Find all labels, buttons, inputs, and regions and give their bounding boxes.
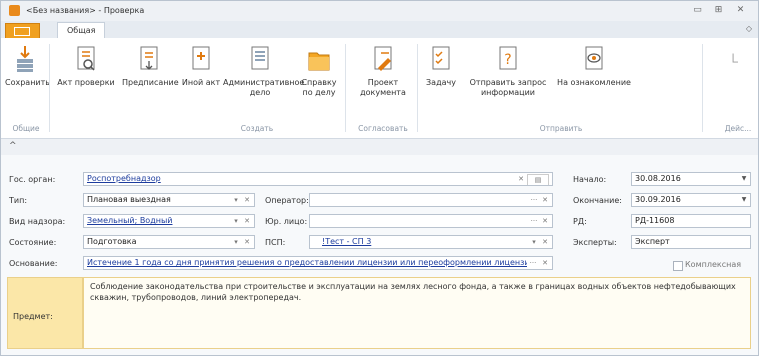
dropdown-icon[interactable]: ▾ (231, 236, 241, 248)
group-separator (49, 44, 50, 132)
subject-textarea[interactable]: Соблюдение законодательства при строител… (83, 277, 751, 349)
complex-label: Комплексная (685, 260, 742, 269)
folder-document-icon (251, 46, 269, 70)
type-field[interactable]: Плановая выездная ▾ ✕ (83, 193, 255, 207)
experts-label: Эксперты: (573, 238, 617, 247)
clear-icon[interactable]: ✕ (540, 236, 550, 248)
state-label: Состояние: (9, 238, 57, 247)
experts-field[interactable]: Эксперт (631, 235, 751, 249)
clear-icon[interactable]: ✕ (540, 194, 550, 206)
window-title: <Без названия> - Проверка (26, 6, 145, 15)
app-window: <Без названия> - Проверка ▭ ⊞ ✕ Общая ◇ … (0, 0, 759, 356)
send-task-button[interactable]: Задачу (421, 44, 461, 88)
date-dropdown-icon[interactable]: ▼ (739, 194, 749, 206)
question-document-icon: ? (499, 46, 517, 70)
ribbon-tab-row: Общая ◇ (1, 21, 758, 39)
ribbon-collapse-icon[interactable]: ◇ (746, 24, 752, 33)
title-bar: <Без названия> - Проверка ▭ ⊞ ✕ (1, 1, 758, 22)
clear-icon[interactable]: ✕ (242, 215, 252, 227)
nadzor-label: Вид надзора: (9, 217, 66, 226)
send-info-request-button[interactable]: ? Отправить запрос информации (465, 44, 551, 98)
app-icon (9, 5, 20, 16)
subject-label: Предмет: (13, 312, 53, 321)
clear-icon[interactable]: ✕ (540, 215, 550, 227)
inspection-form: Гос. орган: Роспотребнадзор ✕ ▤ Тип: Пла… (1, 155, 758, 355)
gos-organ-field[interactable]: Роспотребнадзор ✕ ▤ (83, 172, 553, 186)
state-field[interactable]: Подготовка ▾ ✕ (83, 235, 255, 249)
rd-label: РД: (573, 217, 587, 226)
group-separator (417, 44, 418, 132)
group-label-send: Отправить (539, 124, 583, 133)
group-label-approve: Согласовать (358, 124, 408, 133)
gos-organ-label: Гос. орган: (9, 175, 56, 184)
clear-icon[interactable]: ✕ (516, 173, 526, 185)
send-for-review-button[interactable]: На ознакомление (554, 44, 634, 88)
start-date-field[interactable]: 30.08.2016 ▼ (631, 172, 751, 186)
legal-entity-label: Юр. лицо: (265, 217, 308, 226)
group-label-create: Создать (240, 124, 274, 133)
legal-entity-field[interactable]: ··· ✕ (309, 214, 553, 228)
create-case-reference-button[interactable]: Справку по делу (299, 44, 339, 98)
subject-label-cell: Предмет: (7, 277, 83, 349)
end-date-field[interactable]: 30.09.2016 ▼ (631, 193, 751, 207)
create-act-button[interactable]: Акт проверки (52, 44, 120, 88)
end-date-label: Окончание: (573, 196, 622, 205)
file-menu-icon (14, 27, 30, 36)
task-icon (432, 46, 450, 70)
svg-text:?: ? (504, 52, 511, 68)
save-button[interactable]: Сохранить (5, 44, 50, 88)
lookup-icon[interactable]: ▤ (527, 174, 549, 185)
dropdown-icon[interactable]: ▾ (231, 215, 241, 227)
group-separator (702, 44, 703, 132)
dropdown-icon[interactable]: ▾ (529, 236, 539, 248)
clear-icon[interactable]: ✕ (242, 236, 252, 248)
create-order-button[interactable]: Предписание (122, 44, 179, 88)
minimize-button[interactable]: ▭ (691, 4, 704, 17)
psp-label: ПСП: (265, 238, 286, 247)
save-icon (17, 46, 33, 72)
operator-label: Оператор: (265, 196, 309, 205)
document-edit-icon (374, 46, 392, 71)
section-collapse-bar[interactable]: ^ (1, 139, 758, 155)
document-arrow-icon (140, 46, 158, 70)
group-label-actions: Дейс... (724, 124, 752, 133)
maximize-button[interactable]: ⊞ (712, 4, 725, 17)
group-label-common: Общие (12, 124, 40, 133)
collapse-icon[interactable]: ^ (9, 141, 17, 151)
file-menu-tab[interactable] (5, 23, 40, 38)
basis-label: Основание: (9, 259, 58, 268)
document-plus-icon (192, 46, 210, 70)
draft-document-button[interactable]: Проект документа (353, 44, 413, 98)
group-separator (345, 44, 346, 132)
browse-icon[interactable]: ··· (529, 194, 539, 206)
nadzor-field[interactable]: Земельный; Водный ▾ ✕ (83, 214, 255, 228)
browse-icon[interactable]: ··· (527, 257, 539, 269)
operator-field[interactable]: ··· ✕ (309, 193, 553, 207)
start-date-label: Начало: (573, 175, 607, 184)
tab-general[interactable]: Общая (57, 22, 106, 39)
close-button[interactable]: ✕ (734, 4, 747, 17)
document-search-icon (77, 46, 95, 71)
folder-icon (308, 52, 330, 71)
rd-field[interactable]: РД-11608 (631, 214, 751, 228)
actions-icon (732, 53, 738, 63)
browse-icon[interactable]: ··· (529, 215, 539, 227)
clear-icon[interactable]: ✕ (540, 257, 550, 269)
create-other-act-button[interactable]: Иной акт (180, 44, 222, 88)
clear-icon[interactable]: ✕ (242, 194, 252, 206)
psp-field[interactable]: !Тест - СП 3 ▾ ✕ (309, 235, 553, 249)
complex-checkbox[interactable] (673, 261, 683, 271)
ribbon: Сохранить Акт проверки Предписание Иной … (1, 38, 758, 139)
dropdown-icon[interactable]: ▾ (231, 194, 241, 206)
eye-icon (585, 46, 603, 70)
create-admin-case-button[interactable]: Административное дело (223, 44, 304, 98)
type-label: Тип: (9, 196, 28, 205)
date-dropdown-icon[interactable]: ▼ (739, 173, 749, 185)
basis-field[interactable]: Истечение 1 года со дня принятия решения… (83, 256, 553, 270)
actions-button[interactable] (723, 44, 753, 78)
